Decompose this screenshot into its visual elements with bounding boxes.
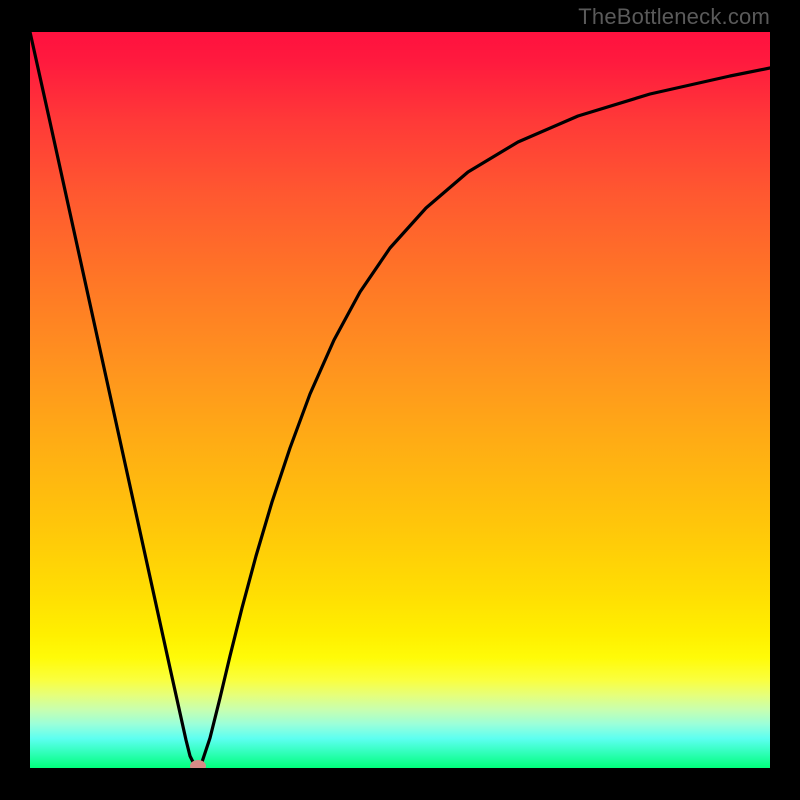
- plot-area: [30, 32, 770, 768]
- watermark-text: TheBottleneck.com: [578, 4, 770, 30]
- chart-frame: TheBottleneck.com: [0, 0, 800, 800]
- bottleneck-curve-line: [30, 32, 770, 768]
- bottleneck-curve-svg: [30, 32, 770, 768]
